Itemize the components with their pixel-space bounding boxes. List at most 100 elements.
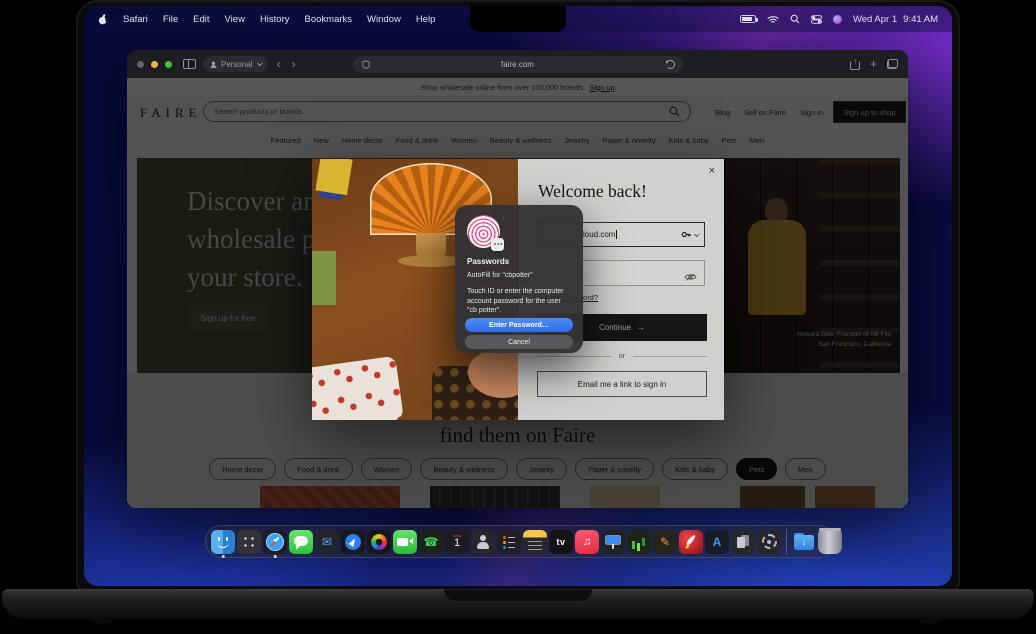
control-center-icon[interactable] bbox=[811, 15, 822, 24]
dock-glyph bbox=[679, 530, 703, 554]
photo-yellow-pack bbox=[315, 159, 352, 195]
window-minimize-button[interactable] bbox=[151, 61, 158, 68]
dock-mail-icon[interactable]: ✉ bbox=[315, 530, 339, 554]
window-close-button[interactable] bbox=[137, 61, 144, 68]
dock-separator-icon[interactable] bbox=[786, 529, 787, 555]
lid-lift-notch bbox=[444, 589, 592, 601]
menubar-menu[interactable]: View bbox=[225, 14, 245, 25]
wifi-icon[interactable] bbox=[767, 15, 779, 24]
sidebar-toggle-icon[interactable] bbox=[183, 59, 196, 69]
menubar-menu[interactable]: File bbox=[163, 14, 178, 25]
dock-contacts-icon[interactable] bbox=[471, 530, 495, 554]
dock-glyph bbox=[237, 530, 261, 554]
dock-glyph bbox=[523, 530, 547, 554]
dock-tv-icon[interactable]: tv bbox=[549, 530, 573, 554]
window-zoom-button[interactable] bbox=[165, 61, 172, 68]
dock-preview-icon[interactable] bbox=[731, 530, 755, 554]
dock-glyph bbox=[263, 530, 287, 554]
dock-glyph: ♫ bbox=[575, 530, 599, 554]
menubar-menu[interactable]: History bbox=[260, 14, 290, 25]
dock-safari-icon[interactable] bbox=[263, 530, 287, 554]
dock-messages-icon[interactable] bbox=[289, 530, 313, 554]
dock-glyph: ✎ bbox=[653, 530, 677, 554]
forward-button[interactable]: › bbox=[290, 58, 298, 70]
tab-overview-icon[interactable] bbox=[887, 59, 898, 69]
dock-glyph bbox=[818, 530, 842, 554]
dock-launchpad-icon[interactable] bbox=[237, 530, 261, 554]
dock-glyph: ✉ bbox=[315, 530, 339, 554]
dock-glyph bbox=[471, 530, 495, 554]
dock-notes-icon[interactable] bbox=[523, 530, 547, 554]
dock-pages-icon[interactable]: ✎ bbox=[653, 530, 677, 554]
dialog-body-text: Touch ID or enter the computer account p… bbox=[467, 287, 572, 316]
arrow-right-icon: → bbox=[637, 323, 645, 332]
dock-keynote-icon[interactable] bbox=[601, 530, 625, 554]
macbook-foot bbox=[920, 618, 940, 624]
safari-toolbar: Personal ‹ › faire.com + bbox=[127, 50, 908, 78]
cancel-button[interactable]: Cancel bbox=[465, 335, 573, 349]
enter-password-button[interactable]: Enter Password… bbox=[465, 318, 573, 332]
close-icon[interactable]: × bbox=[709, 166, 715, 177]
back-button[interactable]: ‹ bbox=[275, 58, 283, 70]
dock-glyph bbox=[445, 530, 469, 554]
dock-calendar-icon[interactable] bbox=[445, 530, 469, 554]
dock-glyph bbox=[211, 530, 235, 554]
dock-glyph bbox=[497, 530, 521, 554]
show-password-eye-icon[interactable] bbox=[684, 269, 697, 287]
dock-glyph bbox=[757, 530, 781, 554]
battery-icon[interactable] bbox=[740, 15, 756, 23]
dock-glyph bbox=[601, 530, 625, 554]
menu-bar-clock[interactable]: Wed Apr 1 9:41 AM bbox=[853, 14, 938, 25]
dock-music-icon[interactable]: ♫ bbox=[575, 530, 599, 554]
menu-bar-menus: Safari File Edit View History Bookmarks Window… bbox=[98, 14, 435, 25]
dock-glyph bbox=[792, 530, 816, 554]
dock-glyph bbox=[289, 530, 313, 554]
reload-icon[interactable] bbox=[666, 60, 675, 69]
dock-appstore-icon[interactable]: A bbox=[705, 530, 729, 554]
dock-numbers-icon[interactable] bbox=[627, 530, 651, 554]
menubar-menu[interactable]: Edit bbox=[193, 14, 209, 25]
running-indicator bbox=[274, 555, 277, 558]
dock-glyph bbox=[393, 530, 417, 554]
email-value: loud.com bbox=[583, 230, 617, 239]
menubar-menu[interactable]: Help bbox=[416, 14, 436, 25]
dock-settings-icon[interactable] bbox=[757, 530, 781, 554]
new-tab-icon[interactable]: + bbox=[870, 58, 877, 70]
faire-page: Shop wholesale online from over 100,000 … bbox=[127, 78, 908, 508]
dock-glyph bbox=[367, 530, 391, 554]
menubar-menu[interactable]: Safari bbox=[123, 14, 148, 25]
chevron-down-icon bbox=[256, 60, 262, 66]
continue-label: Continue bbox=[599, 323, 631, 332]
or-divider: or bbox=[537, 353, 707, 360]
profile-switcher[interactable]: Personal bbox=[203, 56, 268, 72]
email-link-button[interactable]: Email me a link to sign in bbox=[537, 371, 707, 397]
dock-photos-icon[interactable] bbox=[367, 530, 391, 554]
siri-icon[interactable] bbox=[833, 15, 842, 24]
autofill-key-icon[interactable] bbox=[681, 229, 698, 240]
dock-reminders-icon[interactable] bbox=[497, 530, 521, 554]
dock-phone-icon[interactable]: ☎ bbox=[419, 530, 443, 554]
camera-notch bbox=[470, 6, 566, 32]
menubar-menu[interactable]: Window bbox=[367, 14, 401, 25]
privacy-shield-icon[interactable] bbox=[362, 60, 370, 71]
dock-downloads-icon[interactable] bbox=[792, 530, 816, 554]
dock-glyph: A bbox=[705, 530, 729, 554]
safari-window: Personal ‹ › faire.com + bbox=[127, 50, 908, 508]
menubar-menu[interactable]: Bookmarks bbox=[305, 14, 353, 25]
dock-trash-icon[interactable] bbox=[818, 530, 842, 554]
spotlight-search-icon[interactable] bbox=[790, 14, 800, 24]
touch-id-dialog: Passwords AutoFill for "cbpotter" Touch … bbox=[455, 205, 583, 353]
modal-title: Welcome back! bbox=[538, 181, 647, 202]
macbook-mockup: Safari File Edit View History Bookmarks Window… bbox=[0, 0, 1036, 634]
dialog-app-name: Passwords bbox=[467, 257, 509, 266]
share-icon[interactable] bbox=[850, 59, 860, 70]
address-bar[interactable]: faire.com bbox=[353, 56, 683, 73]
dock-rocket-icon[interactable] bbox=[679, 530, 703, 554]
dock-facetime-icon[interactable] bbox=[393, 530, 417, 554]
apple-logo-icon[interactable] bbox=[98, 14, 108, 25]
dock-maps-icon[interactable] bbox=[341, 530, 365, 554]
dock-finder-icon[interactable] bbox=[211, 530, 235, 554]
dock-glyph bbox=[627, 530, 651, 554]
macbook-foot bbox=[92, 618, 112, 624]
dialog-autofill-line: AutoFill for "cbpotter" bbox=[467, 272, 533, 279]
